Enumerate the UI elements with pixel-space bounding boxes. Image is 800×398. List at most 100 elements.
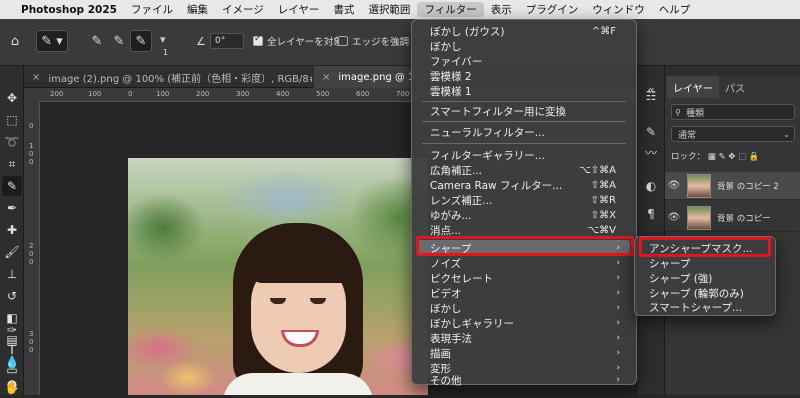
marquee-tool-icon[interactable]: ⬚ [2, 110, 22, 130]
menu-item-label: レンズ補正... [430, 194, 493, 207]
chevron-right-icon: › [616, 363, 620, 373]
menu-item-blur-recent[interactable]: ぼかし [418, 38, 630, 54]
panel-header-strip [665, 66, 800, 76]
tab-image-2[interactable]: × image (2).png @ 100% (補正前（色相・彩度）, RGB/… [24, 66, 312, 88]
close-icon[interactable]: × [32, 72, 40, 83]
menu-item-neural-filters[interactable]: ニューラルフィルター... [418, 124, 630, 140]
menu-item-video[interactable]: ビデオ › [418, 285, 630, 301]
ruler-label: 200 [196, 90, 210, 98]
close-icon[interactable]: × [322, 72, 330, 83]
ruler-label: 0 [29, 346, 34, 354]
menu-image[interactable]: イメージ [215, 2, 271, 17]
add-to-selection-icon[interactable]: ✎ [108, 30, 130, 52]
visibility-eye-icon[interactable]: 👁 [665, 212, 683, 223]
menu-item-clouds-1[interactable]: 雲模様 1 [418, 83, 630, 99]
menu-item-clouds-2[interactable]: 雲模様 2 [418, 68, 630, 84]
lock-all-icon[interactable]: 🔒 [749, 152, 760, 162]
menu-item-stylize[interactable]: 表現手法 › [418, 330, 630, 346]
ruler-label: 400 [276, 90, 290, 98]
sample-all-layers-checkbox[interactable] [253, 34, 263, 46]
tab-layers[interactable]: レイヤー [667, 76, 719, 98]
ruler-label: 0 [29, 338, 34, 346]
new-selection-icon[interactable]: ✎ [86, 30, 108, 52]
enhance-edges-checkbox[interactable] [338, 36, 348, 46]
visibility-eye-icon[interactable]: 👁 [665, 180, 683, 191]
menu-item-liquify[interactable]: ゆがみ... ⇧⌘X [418, 207, 630, 223]
unsharp-mask-highlight-box [639, 237, 771, 257]
ruler-label: 100 [88, 90, 102, 98]
lock-image-icon[interactable]: ✎ [718, 152, 725, 162]
menu-item-fibers[interactable]: ファイバー [418, 53, 630, 69]
quick-selection-tool-icon[interactable]: ✎ [2, 176, 22, 196]
history-brush-icon[interactable]: ↺ [2, 286, 22, 306]
menu-item-blur-gallery[interactable]: ぼかしギャラリー › [418, 315, 630, 331]
chevron-right-icon: › [616, 273, 620, 283]
stamp-tool-icon[interactable]: ⊥ [2, 264, 22, 284]
menu-item-convert-smart-filter[interactable]: スマートフィルター用に変換 [418, 103, 630, 119]
ruler-label: 2 [29, 242, 34, 250]
layer-filter-dropdown[interactable]: ⚲ 種類 [671, 104, 795, 120]
menu-select[interactable]: 選択範囲 [361, 2, 417, 17]
healing-brush-icon[interactable]: ✚ [2, 220, 22, 240]
tab-paths[interactable]: パス [719, 76, 751, 98]
brush-tool-icon[interactable]: 🖌 [2, 242, 22, 262]
menu-item-render[interactable]: 描画 › [418, 345, 630, 361]
angle-input[interactable]: 0° [210, 33, 244, 49]
subtract-selection-icon[interactable]: ✎ [130, 30, 152, 52]
crop-tool-icon[interactable]: ⌗ [2, 154, 22, 174]
menu-plugins[interactable]: プラグイン [519, 2, 586, 17]
adjustments-icon[interactable]: ◐ [641, 176, 661, 196]
hand-tool-icon[interactable]: ✋ [2, 378, 22, 398]
ruler-label: 0 [29, 250, 34, 258]
brush-settings-icon[interactable]: ✎ [641, 122, 661, 142]
menu-shortcut: ⇧⌘X [590, 209, 616, 221]
layer-row[interactable]: 👁 背景 のコピー [665, 204, 800, 232]
pen-tool-icon[interactable]: ✑ [2, 320, 22, 340]
glyphs-icon[interactable]: ¶ [641, 204, 661, 224]
app-menu[interactable]: Photoshop 2025 [14, 4, 124, 16]
menu-layer[interactable]: レイヤー [271, 2, 327, 17]
menu-item-pixelate[interactable]: ピクセレート › [418, 270, 630, 286]
menu-item-smart-sharpen[interactable]: スマートシャープ... [637, 300, 769, 314]
lock-position-icon[interactable]: ✥ [728, 152, 735, 162]
layer-thumbnail [687, 205, 711, 230]
shape-tool-icon[interactable]: ▭ [2, 360, 22, 380]
menu-item-filter-gallery[interactable]: フィルターギャラリー... [418, 147, 630, 163]
brushes-icon[interactable]: 〰 [641, 142, 661, 162]
menu-item-noise[interactable]: ノイズ › [418, 255, 630, 271]
menu-help[interactable]: ヘルプ [652, 2, 698, 17]
portrait-photo[interactable] [128, 158, 428, 395]
brush-size-dropdown[interactable]: ▾ [160, 33, 166, 46]
menu-file[interactable]: ファイル [124, 2, 180, 17]
menu-edit[interactable]: 編集 [180, 2, 215, 17]
menu-item-blur[interactable]: ぼかし › [418, 300, 630, 316]
eyedropper-tool-icon[interactable]: ✒ [2, 198, 22, 218]
menu-filter[interactable]: フィルター [417, 2, 484, 17]
menu-item-sharpen-basic[interactable]: シャープ [637, 255, 769, 271]
move-tool-icon[interactable]: ✥ [2, 88, 22, 108]
home-icon[interactable]: ⌂ [4, 30, 26, 52]
lock-artboard-icon[interactable]: ⬚ [738, 152, 746, 162]
menu-item-sharpen-more[interactable]: シャープ (強) [637, 270, 769, 286]
menu-item-lens-correction[interactable]: レンズ補正... ⇧⌘R [418, 192, 630, 208]
photo-shirt [223, 373, 373, 395]
chevron-right-icon: › [616, 333, 620, 343]
menu-item-camera-raw[interactable]: Camera Raw フィルター... ⇧⌘A [418, 177, 630, 193]
tool-preset-picker[interactable]: ✎ ▾ [36, 30, 68, 52]
menu-item-gaussian-blur[interactable]: ぼかし (ガウス) ^⌘F [418, 23, 630, 39]
type-tool-icon[interactable]: T [2, 340, 22, 360]
lasso-tool-icon[interactable]: ➰ [2, 132, 22, 152]
menu-type[interactable]: 書式 [326, 2, 361, 17]
menu-item-label: スマートシャープ... [649, 301, 743, 314]
menu-item-other[interactable]: その他 › [418, 375, 630, 387]
chevron-right-icon: › [616, 348, 620, 358]
layer-row[interactable]: 👁 背景 のコピー 2 [665, 172, 800, 200]
chevron-right-icon: › [616, 303, 620, 313]
properties-icon[interactable]: ☷ [641, 86, 661, 106]
menu-item-label: ゆがみ... [430, 209, 472, 222]
menu-window[interactable]: ウィンドウ [585, 2, 652, 17]
blend-mode-dropdown[interactable]: 通常 ⌄ [671, 126, 795, 142]
menu-item-adaptive-wide-angle[interactable]: 広角補正... ⌥⇧⌘A [418, 162, 630, 178]
menu-view[interactable]: 表示 [484, 2, 519, 17]
lock-pixels-icon[interactable]: ▦ [708, 152, 716, 162]
